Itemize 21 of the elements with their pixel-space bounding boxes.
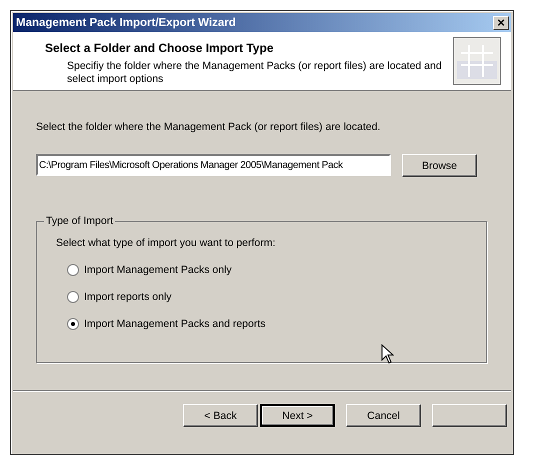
- wizard-icon: [453, 37, 501, 85]
- radio-button[interactable]: [67, 264, 79, 276]
- window-title: Management Pack Import/Export Wizard: [16, 16, 236, 28]
- page-title: Select a Folder and Choose Import Type: [45, 41, 274, 55]
- wizard-button[interactable]: Cancel: [346, 404, 421, 427]
- cursor-icon: [381, 344, 394, 364]
- page-subtitle: Specifiy the folder where the Management Packs (or report files) are located and select import options: [67, 60, 443, 86]
- radio-button[interactable]: [67, 318, 79, 330]
- folder-label: Select the folder where the Management Pack (or report files) are located.: [36, 121, 382, 133]
- folder-path-field[interactable]: C:\Program Files\Microsoft Operations Manager 2005\Management Pack: [36, 154, 391, 176]
- dialog-button[interactable]: [432, 404, 507, 427]
- group-legend: Type of Import: [44, 215, 116, 227]
- radio-button[interactable]: [67, 291, 79, 303]
- wizard-button[interactable]: < Back: [183, 404, 258, 427]
- import-prompt: Select what type of import you want to perform:: [56, 237, 276, 249]
- wizard-button[interactable]: Next >: [260, 404, 335, 427]
- option-label[interactable]: Import Management Packs only: [84, 264, 232, 276]
- option-label[interactable]: Import reports only: [84, 291, 172, 303]
- option-label[interactable]: Import Management Packs and reports: [84, 318, 266, 330]
- browse-button[interactable]: Browse: [402, 154, 477, 177]
- close-button[interactable]: ×: [493, 16, 509, 30]
